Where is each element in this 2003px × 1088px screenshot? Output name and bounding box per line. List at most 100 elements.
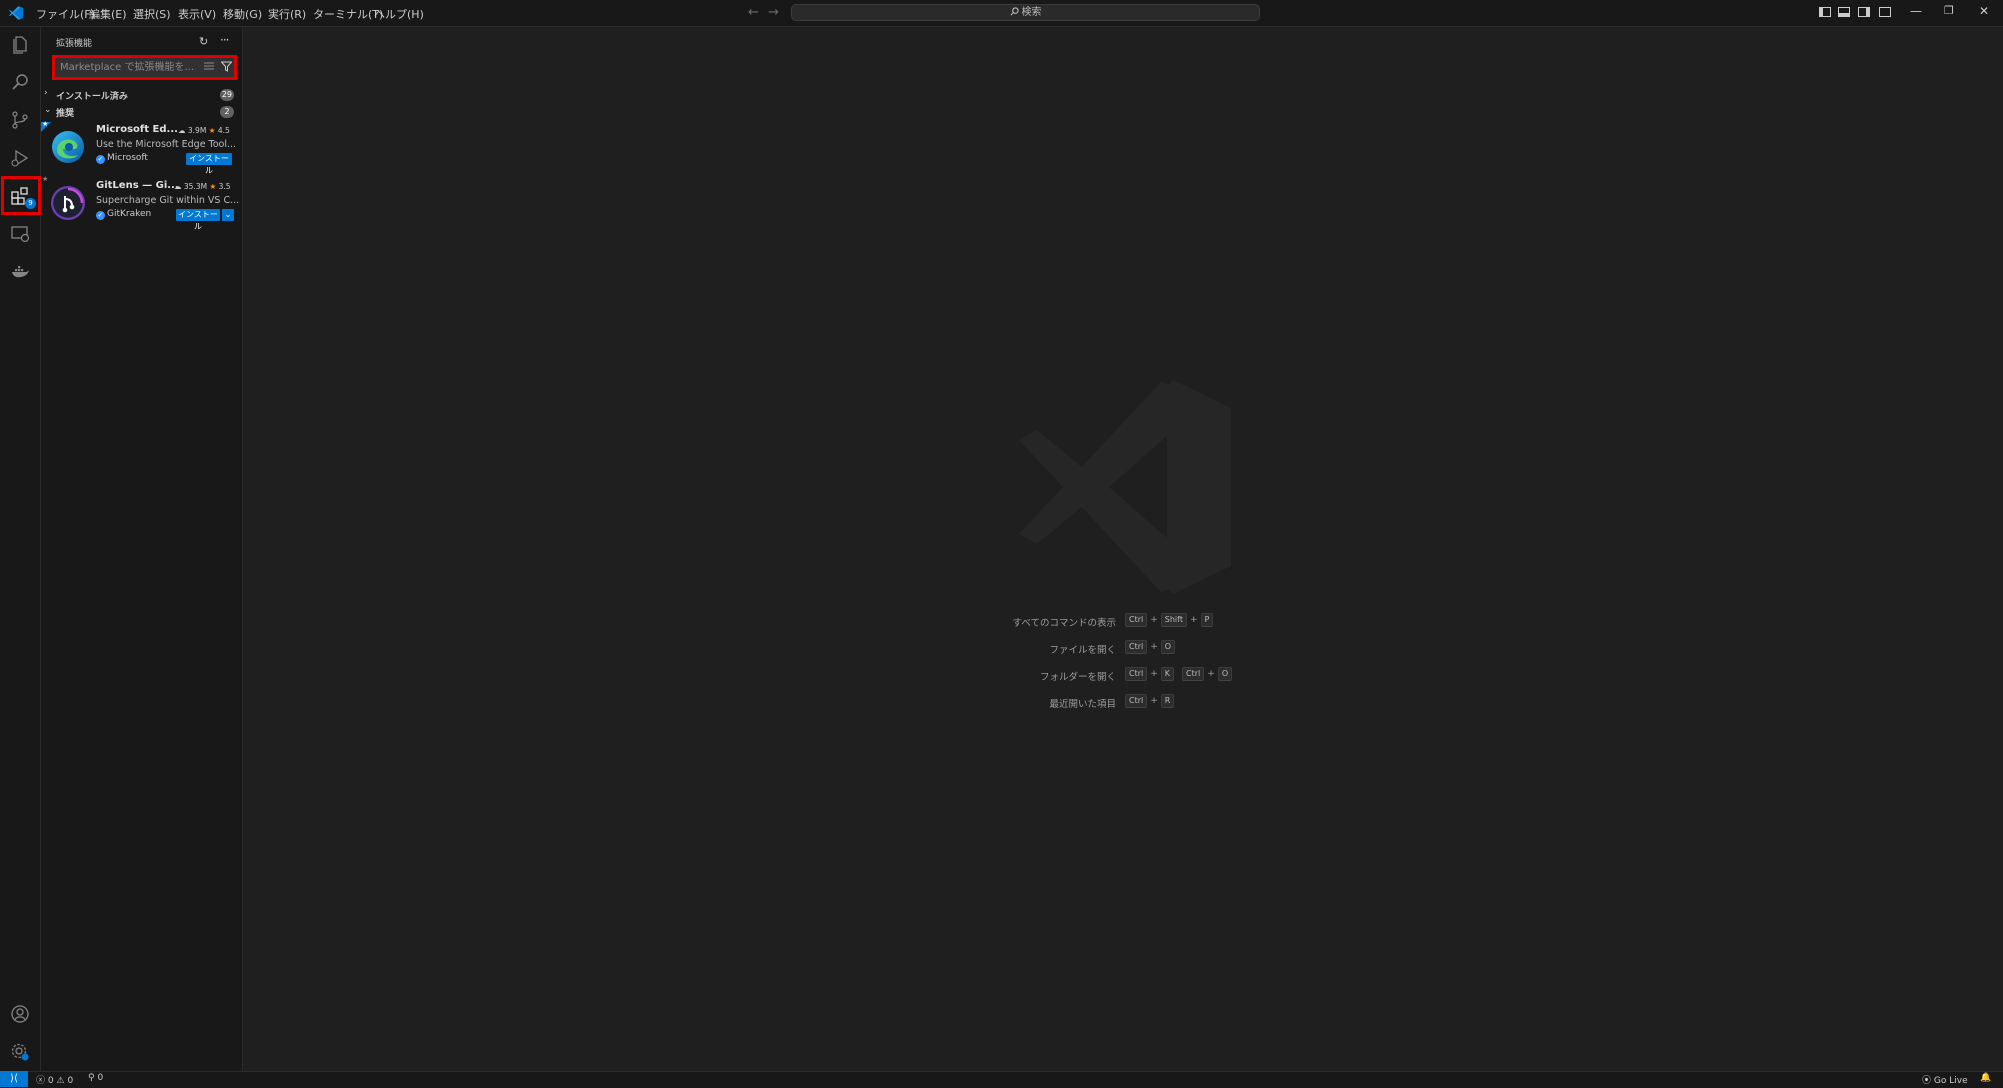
key: Ctrl [1125,613,1148,627]
key: P [1200,613,1214,627]
problems-indicator[interactable]: ⓧ 0 ⚠ 0 [36,1073,73,1086]
verified-publisher-icon: ✓ [96,211,105,220]
menu-run[interactable]: 実行(R) [268,6,306,22]
menu-terminal[interactable]: ターミナル(T) [313,6,383,22]
star-badge-icon: ★ [42,175,49,183]
search-icon [1010,7,1019,16]
section-recommended-count: 2 [220,106,234,118]
section-installed[interactable]: › インストール済み 29 [44,88,236,103]
section-installed-label: インストール済み [56,92,128,102]
broadcast-icon: ⦿ [1922,1076,1932,1086]
publisher-name: GitKraken [107,209,152,219]
restore-icon[interactable]: ❐ [1944,4,1954,17]
shortcut-label-row: フォルダーを開く [950,667,1116,683]
section-recommended[interactable]: ⌄ 推奨 2 [44,105,236,120]
extensions-badge: 9 [25,198,36,209]
search-icon[interactable] [10,72,30,92]
shortcut-label: 最近開いた項目 [1049,699,1116,710]
key: O [1160,640,1176,654]
menu-view[interactable]: 表示(V) [178,6,216,22]
minimize-icon[interactable]: — [1910,4,1922,18]
downloads-icon: ☁ [174,182,182,191]
star-icon: ★ [208,126,216,135]
shortcut-keys: Ctrl + K Ctrl + O [1125,667,1233,683]
star-badge-icon: ★ [42,120,49,128]
install-dropdown-icon[interactable]: ⌄ [221,209,234,221]
arrow-right-icon[interactable]: → [768,5,779,20]
customize-layout-icon[interactable] [1879,7,1891,17]
explorer-icon[interactable] [10,34,30,54]
warning-icon: ⚠ [56,1076,65,1086]
remote-indicator-icon[interactable]: ⟩⟨ [0,1071,28,1087]
rating-value: 4.5 [217,126,230,135]
chevron-right-icon: › [44,88,48,98]
extension-item-edge[interactable]: ★ Microsoft Ed... ☁ 3.9M ★ 4.5 Use the M… [41,120,241,176]
key: Ctrl [1125,694,1148,708]
shortcut-keys: Ctrl + O [1125,640,1176,656]
notifications-bell-icon[interactable]: 🔔 [1980,1073,1991,1083]
section-recommended-label: 推奨 [56,109,75,119]
status-bar [0,1071,2003,1088]
shortcut-label-row: ファイルを開く [950,640,1116,656]
ports-count: 0 [97,1073,104,1083]
close-icon[interactable]: ✕ [1979,4,1989,18]
source-control-icon[interactable] [10,110,30,130]
download-count: 35.3M [183,182,208,191]
star-icon: ★ [209,182,217,191]
manage-gear-icon[interactable] [10,1042,30,1062]
error-count: 0 [47,1076,54,1086]
command-center-search[interactable]: 検索 [791,4,1260,21]
extension-item-gitlens[interactable]: ★ GitLens — Gi... ☁ 35.3M ★ 3.5 Supercha… [41,175,241,232]
shortcut-label-row: すべてのコマンドの表示 [950,613,1116,629]
extensions-search-box[interactable] [52,55,237,80]
install-button[interactable]: インストール [176,209,220,231]
toggle-primary-sidebar-icon[interactable] [1819,7,1831,17]
filter-icon[interactable] [221,61,232,72]
menu-help[interactable]: ヘルプ(H) [374,6,424,22]
key: Ctrl [1125,640,1148,654]
title-bar: ファイル(F) 編集(E) 選択(S) 表示(V) 移動(G) 実行(R) ター… [0,0,2003,27]
download-count: 3.9M [187,126,207,135]
go-live-label: Go Live [1933,1076,1968,1086]
error-icon: ⓧ [36,1076,46,1086]
toggle-secondary-sidebar-icon[interactable] [1858,7,1870,17]
shortcut-keys: Ctrl + R [1125,694,1175,710]
vscode-watermark-icon [1019,380,1231,594]
shortcut-label-row: 最近開いた項目 [950,694,1116,710]
extension-description: Supercharge Git within VS C... [96,195,240,206]
menu-edit[interactable]: 編集(E) [89,6,127,22]
refresh-icon[interactable]: ↻ [199,35,208,48]
key: R [1160,694,1175,708]
menu-go[interactable]: 移動(G) [223,6,262,22]
publisher-name: Microsoft [107,153,148,163]
go-live-button[interactable]: ⦿ Go Live [1922,1073,1968,1086]
ports-indicator[interactable]: ⚲ 0 [88,1073,103,1083]
vscode-logo-icon[interactable] [8,6,24,20]
shortcut-label: すべてのコマンドの表示 [1012,618,1116,629]
chevron-down-icon: ⌄ [44,105,52,115]
menu-file[interactable]: ファイル(F) [36,6,95,22]
key: Shift [1160,613,1187,627]
extensions-search-input[interactable] [60,60,200,75]
extension-name: GitLens — Gi... [96,180,179,191]
section-installed-count: 29 [219,89,234,101]
edge-icon [52,131,84,163]
key: Ctrl [1182,667,1205,681]
rating-value: 3.5 [218,182,231,191]
toggle-panel-icon[interactable] [1838,7,1850,17]
downloads-icon: ☁ [178,126,186,135]
docker-icon[interactable] [10,262,30,282]
shortcut-label: ファイルを開く [1049,645,1116,656]
menu-selection[interactable]: 選択(S) [133,6,171,22]
sidebar-title: 拡張機能 [56,39,93,49]
run-debug-icon[interactable] [10,148,30,168]
extension-publisher: ✓ Microsoft [96,153,148,164]
gitlens-icon [51,186,85,220]
arrow-left-icon[interactable]: ← [748,5,759,20]
account-icon[interactable] [10,1004,30,1024]
clear-filter-icon[interactable] [204,62,214,71]
install-button[interactable]: インストール [186,153,232,175]
key: Ctrl [1125,667,1148,681]
remote-explorer-icon[interactable] [10,224,30,244]
more-actions-icon[interactable]: ··· [220,33,230,47]
